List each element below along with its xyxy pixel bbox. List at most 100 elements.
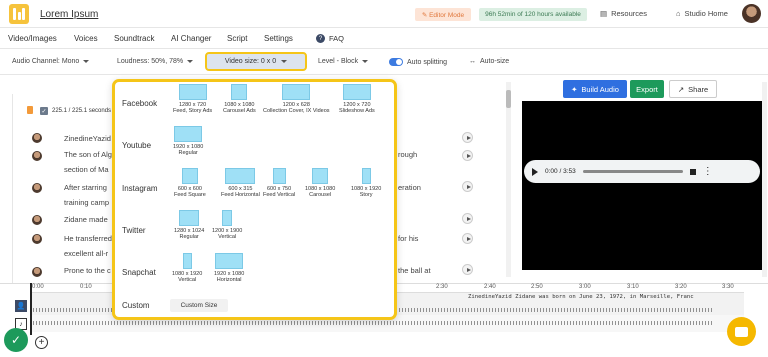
- person-icon[interactable]: 👤: [15, 300, 27, 312]
- speaker-avatar[interactable]: [32, 133, 42, 143]
- toggle-switch[interactable]: [389, 58, 403, 66]
- size-option[interactable]: 1080 x 1080 Carousel Ads: [223, 84, 256, 114]
- size-label: Collection Cover, IX Videos: [263, 108, 330, 114]
- resources-link[interactable]: ▤ Resources: [600, 9, 647, 18]
- size-label: Vertical: [178, 277, 197, 283]
- size-option[interactable]: 1200 x 1900 Vertical: [212, 210, 242, 240]
- script-line[interactable]: Zidane made: [64, 215, 108, 224]
- speaker-avatar[interactable]: [32, 215, 42, 225]
- video-size-menu: Facebook 1280 x 720 Feed, Story Ads 1080 …: [112, 79, 397, 320]
- check-icon: ✓: [40, 107, 48, 115]
- build-audio-button[interactable]: ✦ Build Audio: [563, 80, 627, 98]
- menu-settings[interactable]: Settings: [264, 34, 293, 43]
- player-time: 0:00 / 3:53: [545, 168, 576, 175]
- speaker-avatar[interactable]: [32, 267, 42, 277]
- play-line-button[interactable]: [462, 213, 473, 224]
- script-line-end: for his: [398, 234, 419, 243]
- user-avatar[interactable]: [742, 4, 761, 23]
- faq-link[interactable]: ? FAQ: [316, 34, 344, 43]
- resize-icon: ↔: [469, 58, 476, 65]
- play-icon[interactable]: [532, 167, 538, 176]
- size-thumb: [215, 253, 244, 269]
- play-line-button[interactable]: [462, 233, 473, 244]
- chevron-down-icon: [362, 60, 369, 63]
- size-option[interactable]: 600 x 750 Feed Vertical: [263, 168, 295, 198]
- chat-button[interactable]: [727, 317, 756, 346]
- editor-mode-badge[interactable]: ✎ Editor Mode: [415, 8, 471, 21]
- script-line[interactable]: training camp: [64, 198, 109, 207]
- timeline-caption[interactable]: ZinedineYazid Zidane was born on June 23…: [468, 294, 694, 300]
- play-line-button[interactable]: [462, 264, 473, 275]
- size-option[interactable]: 1200 x 628 Collection Cover, IX Videos: [263, 84, 330, 114]
- menu-script[interactable]: Script: [227, 34, 247, 43]
- add-icon[interactable]: +: [35, 336, 48, 349]
- document-icon: [27, 106, 33, 114]
- studio-home-link[interactable]: ⌂ Studio Home: [676, 9, 728, 18]
- size-option[interactable]: 1080 x 1080 Carousel: [305, 168, 335, 198]
- script-line-end: rough: [398, 150, 418, 159]
- size-thumb: [231, 84, 248, 100]
- size-option[interactable]: 1080 x 1920 Vertical: [172, 253, 202, 283]
- script-line[interactable]: Prone to the c: [64, 266, 111, 275]
- share-button[interactable]: ↗ Share: [669, 80, 717, 98]
- script-line[interactable]: ZinedineYazid: [64, 134, 111, 143]
- auto-splitting-toggle[interactable]: Auto splitting: [389, 58, 447, 66]
- menu-video-images[interactable]: Video/Images: [8, 34, 57, 43]
- size-option[interactable]: 1920 x 1080 Horizontal: [214, 253, 244, 283]
- playhead[interactable]: [30, 283, 32, 335]
- speaker-avatar[interactable]: [32, 183, 42, 193]
- size-option[interactable]: 1280 x 1024 Regular: [174, 210, 204, 240]
- app-logo[interactable]: [9, 4, 29, 24]
- size-option[interactable]: 600 x 315 Feed Horizontal: [221, 168, 260, 198]
- custom-size-button[interactable]: Custom Size: [170, 299, 228, 312]
- script-line[interactable]: The son of Alg: [64, 150, 112, 159]
- play-line-button[interactable]: [462, 181, 473, 192]
- size-thumb: [342, 84, 371, 100]
- ruler-tick: 3:20: [675, 284, 687, 290]
- size-option[interactable]: 600 x 600 Feed Square: [174, 168, 206, 198]
- audio-player[interactable]: 0:00 / 3:53 ⋮: [524, 160, 760, 183]
- usage-badge: 96h 52min of 120 hours available: [479, 8, 587, 21]
- play-line-button[interactable]: [462, 150, 473, 161]
- menu-bar: Video/Images Voices Soundtrack AI Change…: [0, 28, 768, 49]
- size-option[interactable]: 1080 x 1920 Story: [351, 168, 381, 198]
- script-line[interactable]: excellent all-r: [64, 249, 108, 258]
- more-options-icon[interactable]: ⋮: [703, 166, 713, 176]
- settings-toolbar: Audio Channel: Mono Loudness: 50%, 78% L…: [0, 50, 768, 75]
- menu-ai-changer[interactable]: AI Changer: [171, 34, 211, 43]
- video-size-select[interactable]: Video size: 0 x 0: [205, 52, 307, 71]
- platform-instagram: Instagram: [122, 184, 158, 193]
- ruler-tick: 0:10: [80, 284, 92, 290]
- size-thumb: [179, 210, 200, 226]
- seek-bar[interactable]: [582, 170, 683, 173]
- preview-scrollbar[interactable]: [762, 82, 767, 277]
- platform-snapchat: Snapchat: [122, 268, 156, 277]
- check-icon[interactable]: ✓: [4, 328, 28, 352]
- speaker-avatar[interactable]: [32, 151, 42, 161]
- script-line[interactable]: section of Ma: [64, 165, 109, 174]
- size-option[interactable]: 1280 x 720 Feed, Story Ads: [173, 84, 212, 114]
- video-preview: [522, 101, 762, 270]
- export-button[interactable]: Export: [630, 80, 664, 98]
- size-thumb: [312, 168, 329, 184]
- size-label: Carousel Ads: [223, 108, 256, 114]
- project-title[interactable]: Lorem Ipsum: [40, 9, 98, 20]
- size-thumb: [282, 84, 311, 100]
- speaker-avatar[interactable]: [32, 234, 42, 244]
- volume-icon[interactable]: [689, 168, 696, 175]
- size-label: Regular: [179, 234, 199, 240]
- auto-size-button[interactable]: ↔ Auto-size: [469, 58, 509, 65]
- size-option[interactable]: 1200 x 720 Slideshow Ads: [339, 84, 375, 114]
- ruler-tick: 3:00: [579, 284, 591, 290]
- audio-channel-select[interactable]: Audio Channel: Mono: [12, 58, 90, 65]
- play-line-button[interactable]: [462, 132, 473, 143]
- script-line[interactable]: He transferred: [64, 234, 112, 243]
- size-option[interactable]: 1920 x 1080 Regular: [173, 126, 203, 156]
- menu-voices[interactable]: Voices: [74, 34, 98, 43]
- menu-soundtrack[interactable]: Soundtrack: [114, 34, 154, 43]
- loudness-select[interactable]: Loudness: 50%, 78%: [117, 58, 194, 65]
- share-icon: ↗: [677, 84, 685, 94]
- level-select[interactable]: Level - Block: [318, 58, 369, 65]
- script-line[interactable]: After starring: [64, 183, 107, 192]
- script-scrollbar[interactable]: [506, 82, 511, 277]
